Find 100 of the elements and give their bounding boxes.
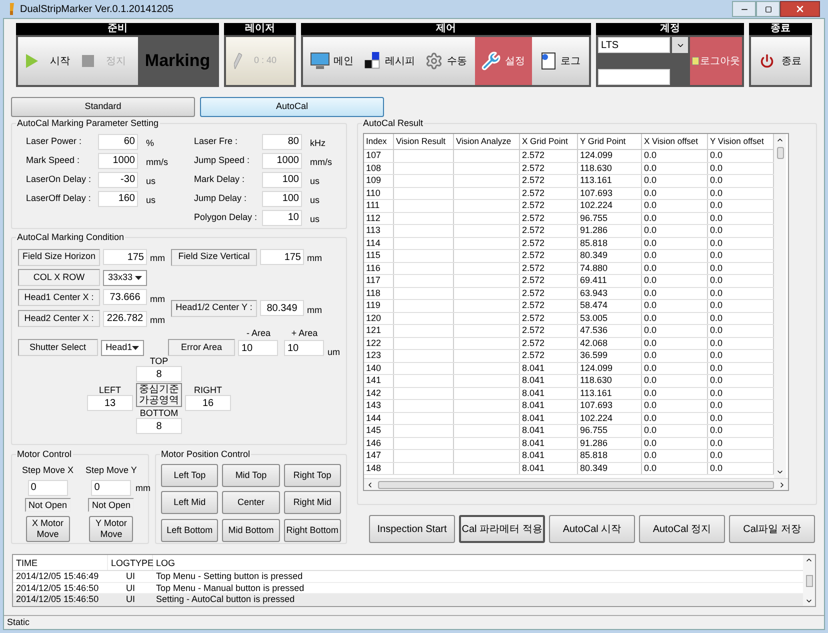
position-button[interactable]: Left Top	[161, 464, 218, 487]
menu-button[interactable]: 수동	[417, 37, 475, 85]
input-field[interactable]: 8	[136, 418, 182, 434]
tab[interactable]: AutoCal	[200, 97, 384, 117]
table-cell: 102.224	[578, 412, 642, 424]
input-field[interactable]: 10	[262, 210, 302, 226]
dropdown[interactable]: Head1	[100, 340, 144, 356]
input-field[interactable]: 16	[185, 395, 231, 411]
input-field[interactable]: 80.349	[260, 300, 304, 316]
user-field[interactable]: LTS	[598, 37, 670, 53]
vertical-scrollbar[interactable]	[803, 555, 815, 606]
table-cell: 0.0	[642, 362, 708, 374]
column-header[interactable]: Vision Result	[394, 134, 454, 149]
table-cell: 2.572	[520, 338, 578, 349]
tab[interactable]: Standard	[11, 97, 195, 117]
column-header[interactable]: LOG	[153, 555, 803, 570]
column-header[interactable]: Y Grid Point	[578, 134, 642, 149]
input-field[interactable]: 10	[284, 340, 324, 356]
unit-label: mm	[307, 252, 322, 266]
move-button[interactable]: X Motor Move	[26, 516, 70, 542]
position-button[interactable]: Mid Bottom	[222, 518, 280, 542]
table-cell: 8.041	[520, 400, 578, 412]
position-button[interactable]: Right Top	[284, 464, 341, 487]
table-cell: 113.161	[578, 388, 642, 399]
table-cell: 124.099	[578, 362, 642, 374]
column-header[interactable]: X Grid Point	[520, 134, 578, 149]
table-cell-text: 2014/12/05 15:46:49	[15, 571, 100, 582]
position-button[interactable]: Center	[222, 491, 280, 514]
field-label: COL X ROW	[18, 269, 100, 286]
table-cell: 108	[364, 162, 394, 174]
menu-button[interactable]: 설정	[474, 37, 532, 85]
input-field[interactable]: 226.782	[103, 310, 147, 327]
position-button[interactable]: Left Bottom	[161, 518, 218, 542]
input-field[interactable]: 73.666	[103, 289, 147, 306]
action-button[interactable]: AutoCal 시작	[549, 515, 635, 543]
vertical-scrollbar[interactable]	[774, 134, 786, 478]
user-dropdown[interactable]	[672, 37, 688, 53]
table-cell: 0.0	[642, 162, 708, 174]
column-header[interactable]: X Vision offset	[642, 134, 708, 149]
input-field[interactable]: 0	[91, 480, 132, 496]
mode-label: Marking	[144, 50, 210, 72]
position-button[interactable]: Mid Top	[222, 464, 280, 487]
action-button[interactable]: Inspection Start	[369, 515, 455, 543]
menu-button[interactable]: 메인	[303, 37, 360, 85]
unit-label: us	[310, 174, 320, 188]
position-button[interactable]: Right Mid	[284, 491, 341, 514]
log-row[interactable]: 2014/12/05 15:46:49 UI Top Menu - Setting button is pressed	[13, 571, 803, 582]
password-field[interactable]	[598, 69, 670, 85]
input-field[interactable]: 160	[98, 190, 138, 206]
input-field[interactable]: 100	[262, 172, 302, 188]
table-cell: 0.0	[642, 350, 708, 362]
position-button[interactable]: Right Bottom	[284, 518, 341, 542]
wrench-icon	[481, 51, 502, 71]
table-cell: 42.068	[578, 338, 642, 349]
input-field[interactable]: 1000	[98, 152, 138, 168]
table-cell: 144	[364, 412, 394, 424]
scroll-thumb[interactable]	[378, 480, 774, 488]
column-header[interactable]: Index	[364, 134, 394, 149]
field-label: Head1/2 Center Y :	[171, 300, 257, 316]
table-cell: 74.880	[578, 262, 642, 274]
table-cell: 8.041	[520, 462, 578, 474]
column-header[interactable]: TIME	[13, 555, 108, 570]
column-header[interactable]: LOGTYPE	[108, 555, 153, 570]
input-field[interactable]: 0	[28, 480, 68, 496]
column-header[interactable]: Vision Analyze	[454, 134, 520, 149]
input-field[interactable]: 175	[103, 249, 147, 265]
maximize-button[interactable]	[756, 1, 780, 17]
table-cell-text: 2014/12/05 15:46:50	[15, 582, 100, 593]
dropdown[interactable]: 33x33	[103, 270, 147, 286]
input-field[interactable]: 175	[260, 249, 304, 265]
log-row[interactable]: 2014/12/05 15:46:50 UI Setting - AutoCal button is pressed	[13, 594, 803, 606]
position-button[interactable]: Left Mid	[161, 491, 218, 514]
start-button[interactable]: 시작	[26, 54, 70, 68]
scroll-thumb[interactable]	[776, 147, 784, 159]
logout-button[interactable]: 로그아웃	[690, 37, 742, 85]
close-button[interactable]	[780, 1, 820, 17]
input-field[interactable]: -30	[98, 172, 138, 188]
input-field[interactable]: 10	[238, 340, 278, 356]
input-field[interactable]: 100	[262, 190, 302, 206]
action-button[interactable]: AutoCal 정지	[639, 515, 725, 543]
exit-button[interactable]: 종료	[751, 37, 810, 85]
table-cell: 2.572	[520, 250, 578, 262]
menu-button[interactable]: 레시피	[360, 37, 418, 85]
input-field[interactable]: 60	[98, 134, 138, 150]
input-field[interactable]: 8	[136, 366, 182, 382]
scroll-thumb[interactable]	[806, 574, 812, 586]
table-cell: 124.099	[578, 150, 642, 162]
action-button[interactable]: Cal파일 저장	[729, 515, 815, 543]
unit-label: mm	[150, 314, 166, 327]
label: Mark Speed :	[26, 154, 81, 167]
input-field[interactable]: 80	[262, 134, 302, 150]
action-button[interactable]: Cal 파라메터 적용	[459, 515, 545, 543]
table-cell: 2.572	[520, 300, 578, 312]
horizontal-scrollbar[interactable]	[364, 478, 788, 490]
move-button[interactable]: Y Motor Move	[89, 516, 134, 542]
input-field[interactable]: 1000	[262, 152, 302, 168]
menu-button[interactable]: 로그	[532, 37, 590, 85]
table-cell: 118.630	[578, 162, 642, 174]
table-cell: 91.286	[578, 225, 642, 236]
input-field[interactable]: 13	[87, 395, 133, 411]
